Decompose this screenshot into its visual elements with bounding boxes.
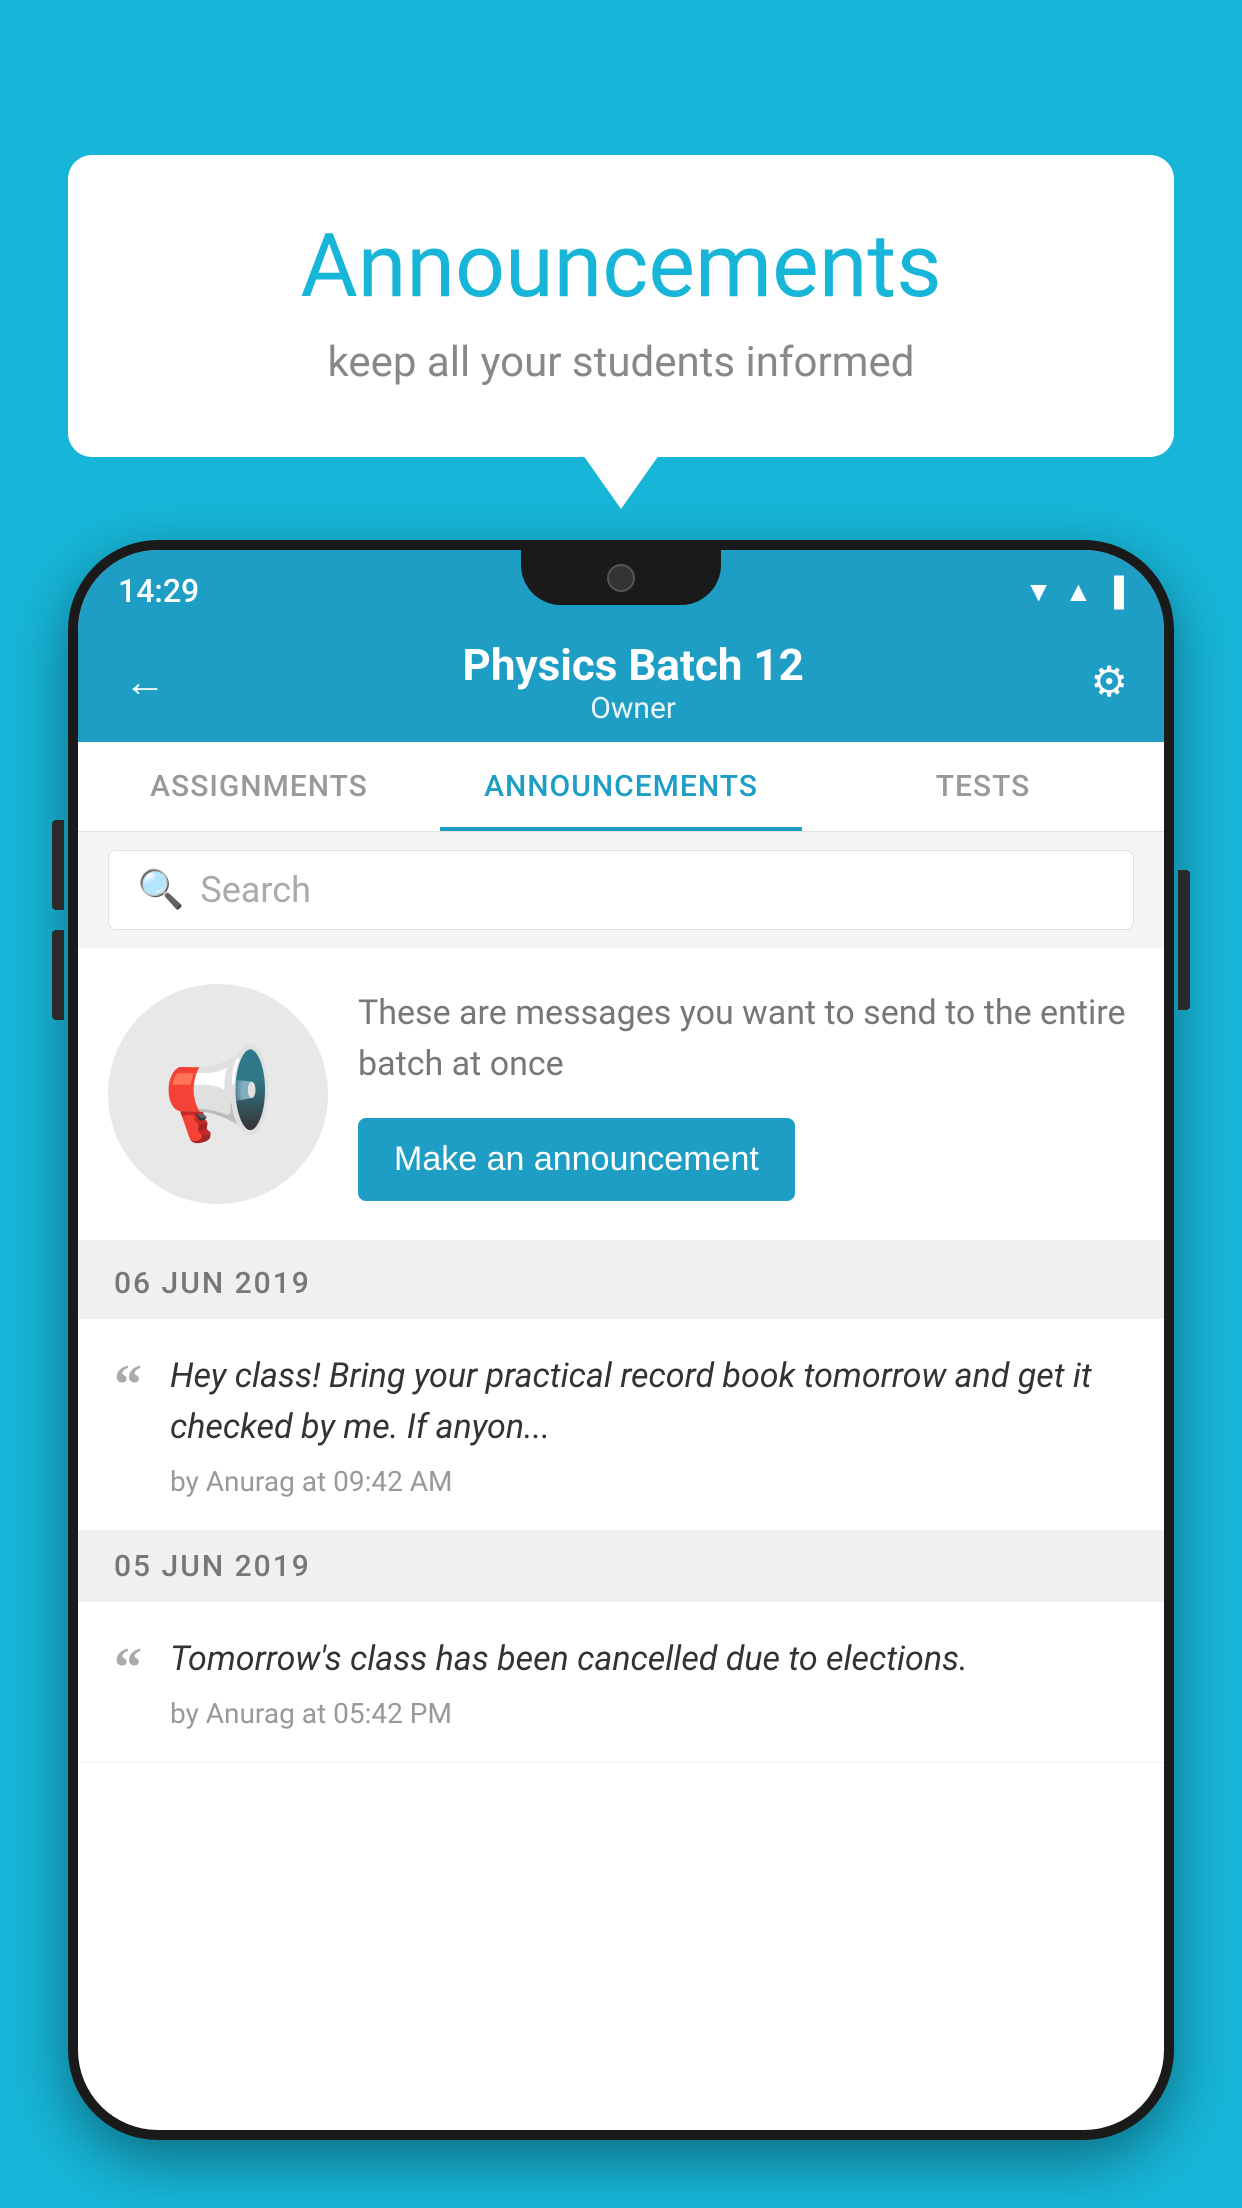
date-divider-1: 06 JUN 2019 — [78, 1248, 1164, 1319]
phone-container: 14:29 ▼ ▲ ▐ ← Physics Batch 12 Owner ⚙ A… — [68, 540, 1174, 2140]
volume-up-button[interactable] — [52, 820, 64, 910]
announcement-promo-text: These are messages you want to send to t… — [358, 988, 1134, 1201]
phone-notch — [521, 550, 721, 605]
date-divider-2: 05 JUN 2019 — [78, 1531, 1164, 1602]
back-button[interactable]: ← — [114, 648, 176, 717]
announcement-item-1: “ Hey class! Bring your practical record… — [78, 1319, 1164, 1531]
settings-button[interactable]: ⚙ — [1090, 657, 1128, 707]
volume-down-button[interactable] — [52, 930, 64, 1020]
speech-bubble: Announcements keep all your students inf… — [68, 155, 1174, 457]
announcement-content-1: Hey class! Bring your practical record b… — [170, 1351, 1128, 1498]
make-announcement-button[interactable]: Make an announcement — [358, 1118, 795, 1201]
search-bar[interactable]: 🔍 Search — [108, 850, 1134, 930]
promo-description: These are messages you want to send to t… — [358, 988, 1134, 1090]
megaphone-icon: 📢 — [162, 1042, 274, 1147]
battery-icon: ▐ — [1104, 575, 1124, 608]
header-title: Physics Batch 12 — [462, 639, 803, 691]
power-button[interactable] — [1178, 870, 1190, 1010]
tab-tests[interactable]: TESTS — [802, 742, 1164, 831]
tab-assignments[interactable]: ASSIGNMENTS — [78, 742, 440, 831]
announcement-meta-2: by Anurag at 05:42 PM — [170, 1697, 1128, 1730]
announcement-meta-1: by Anurag at 09:42 AM — [170, 1465, 1128, 1498]
search-container: 🔍 Search — [78, 832, 1164, 948]
announcement-content-2: Tomorrow's class has been cancelled due … — [170, 1634, 1128, 1730]
announcement-text-2: Tomorrow's class has been cancelled due … — [170, 1634, 1128, 1685]
tabs-bar: ASSIGNMENTS ANNOUNCEMENTS TESTS — [78, 742, 1164, 832]
tab-announcements[interactable]: ANNOUNCEMENTS — [440, 742, 802, 831]
phone-frame: 14:29 ▼ ▲ ▐ ← Physics Batch 12 Owner ⚙ A… — [68, 540, 1174, 2140]
announcement-icon-circle: 📢 — [108, 984, 328, 1204]
phone-screen: 14:29 ▼ ▲ ▐ ← Physics Batch 12 Owner ⚙ A… — [78, 550, 1164, 2130]
status-time: 14:29 — [118, 572, 199, 610]
announcement-promo: 📢 These are messages you want to send to… — [78, 948, 1164, 1248]
header-subtitle: Owner — [462, 691, 803, 726]
wifi-icon: ▼ — [1025, 575, 1053, 608]
quote-icon-2: “ — [114, 1640, 142, 1696]
announcement-item-2: “ Tomorrow's class has been cancelled du… — [78, 1602, 1164, 1763]
speech-bubble-subtitle: keep all your students informed — [108, 338, 1134, 387]
header-center: Physics Batch 12 Owner — [462, 639, 803, 726]
speech-bubble-container: Announcements keep all your students inf… — [68, 155, 1174, 457]
speech-bubble-title: Announcements — [108, 215, 1134, 318]
status-icons: ▼ ▲ ▐ — [1025, 575, 1124, 608]
quote-icon-1: “ — [114, 1357, 142, 1413]
front-camera — [607, 564, 635, 592]
announcement-text-1: Hey class! Bring your practical record b… — [170, 1351, 1128, 1453]
app-header: ← Physics Batch 12 Owner ⚙ — [78, 622, 1164, 742]
signal-icon: ▲ — [1064, 575, 1092, 608]
search-icon: 🔍 — [137, 868, 184, 912]
search-placeholder: Search — [200, 869, 311, 911]
